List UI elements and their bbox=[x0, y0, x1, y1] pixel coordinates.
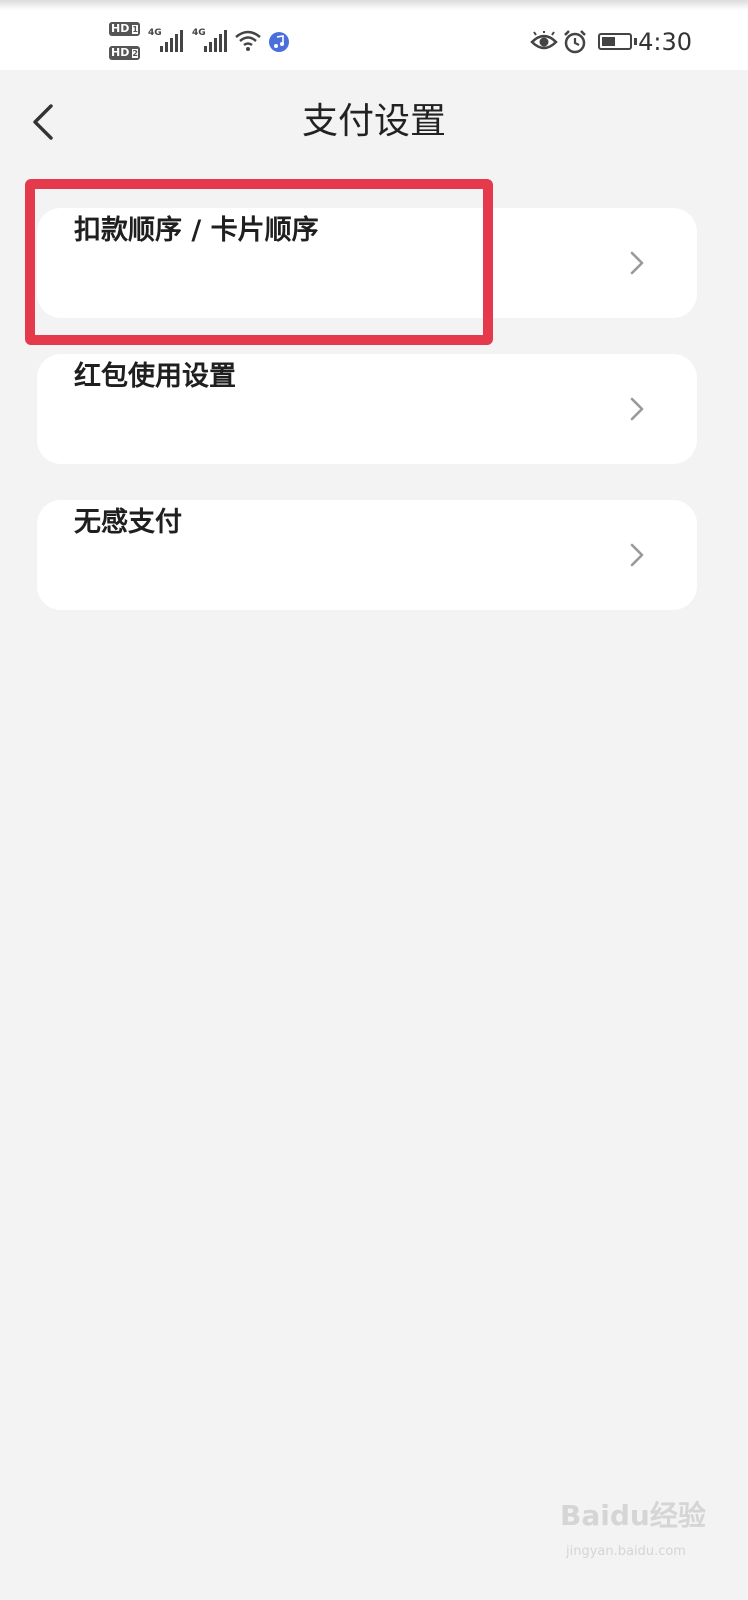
hd-icon: HD 1 bbox=[109, 22, 140, 36]
hd-icon: HD 2 bbox=[109, 46, 140, 60]
chevron-right-icon bbox=[630, 543, 644, 567]
menu-item-label: 红包使用设置 bbox=[74, 361, 236, 392]
menu-item-label: 扣款顺序 / 卡片顺序 bbox=[74, 215, 319, 246]
wifi-icon bbox=[235, 30, 261, 51]
watermark-text-main: Bai bbox=[560, 1499, 610, 1532]
music-icon bbox=[269, 32, 289, 52]
menu-item-seamless-payment[interactable]: 无感支付 bbox=[37, 500, 697, 610]
hd1-label: HD bbox=[111, 22, 130, 35]
watermark-text-cn: 经验 bbox=[649, 1499, 706, 1532]
battery-icon bbox=[598, 33, 637, 50]
menu-item-label: 无感支付 bbox=[74, 507, 182, 538]
network-type-1: 4G bbox=[148, 28, 162, 38]
watermark-text-du: du bbox=[609, 1499, 650, 1532]
menu-item-deduction-order[interactable]: 扣款顺序 / 卡片顺序 bbox=[37, 208, 697, 318]
eye-icon bbox=[530, 31, 558, 50]
signal-icon: 4G bbox=[148, 28, 184, 52]
chevron-right-icon bbox=[630, 251, 644, 275]
menu-item-red-packet-settings[interactable]: 红包使用设置 bbox=[37, 354, 697, 464]
status-bar: HD 1 HD 2 4G 4G 4:30 bbox=[0, 0, 748, 70]
watermark-logo: Baidu经验 bbox=[560, 1494, 706, 1534]
hd2-sim: 2 bbox=[132, 49, 138, 58]
page-title: 支付设置 bbox=[301, 101, 446, 142]
chevron-right-icon bbox=[630, 397, 644, 421]
watermark-url: jingyan.baidu.com bbox=[566, 1544, 686, 1559]
hd1-sim: 1 bbox=[132, 25, 138, 34]
status-time: 4:30 bbox=[638, 28, 692, 56]
watermark: Baidu经验 jingyan.baidu.com bbox=[560, 1488, 730, 1578]
hd2-label: HD bbox=[111, 46, 130, 59]
status-bar-shade bbox=[0, 0, 748, 10]
signal-icon: 4G bbox=[192, 28, 228, 52]
alarm-icon bbox=[564, 30, 586, 54]
network-type-2: 4G bbox=[192, 28, 206, 38]
